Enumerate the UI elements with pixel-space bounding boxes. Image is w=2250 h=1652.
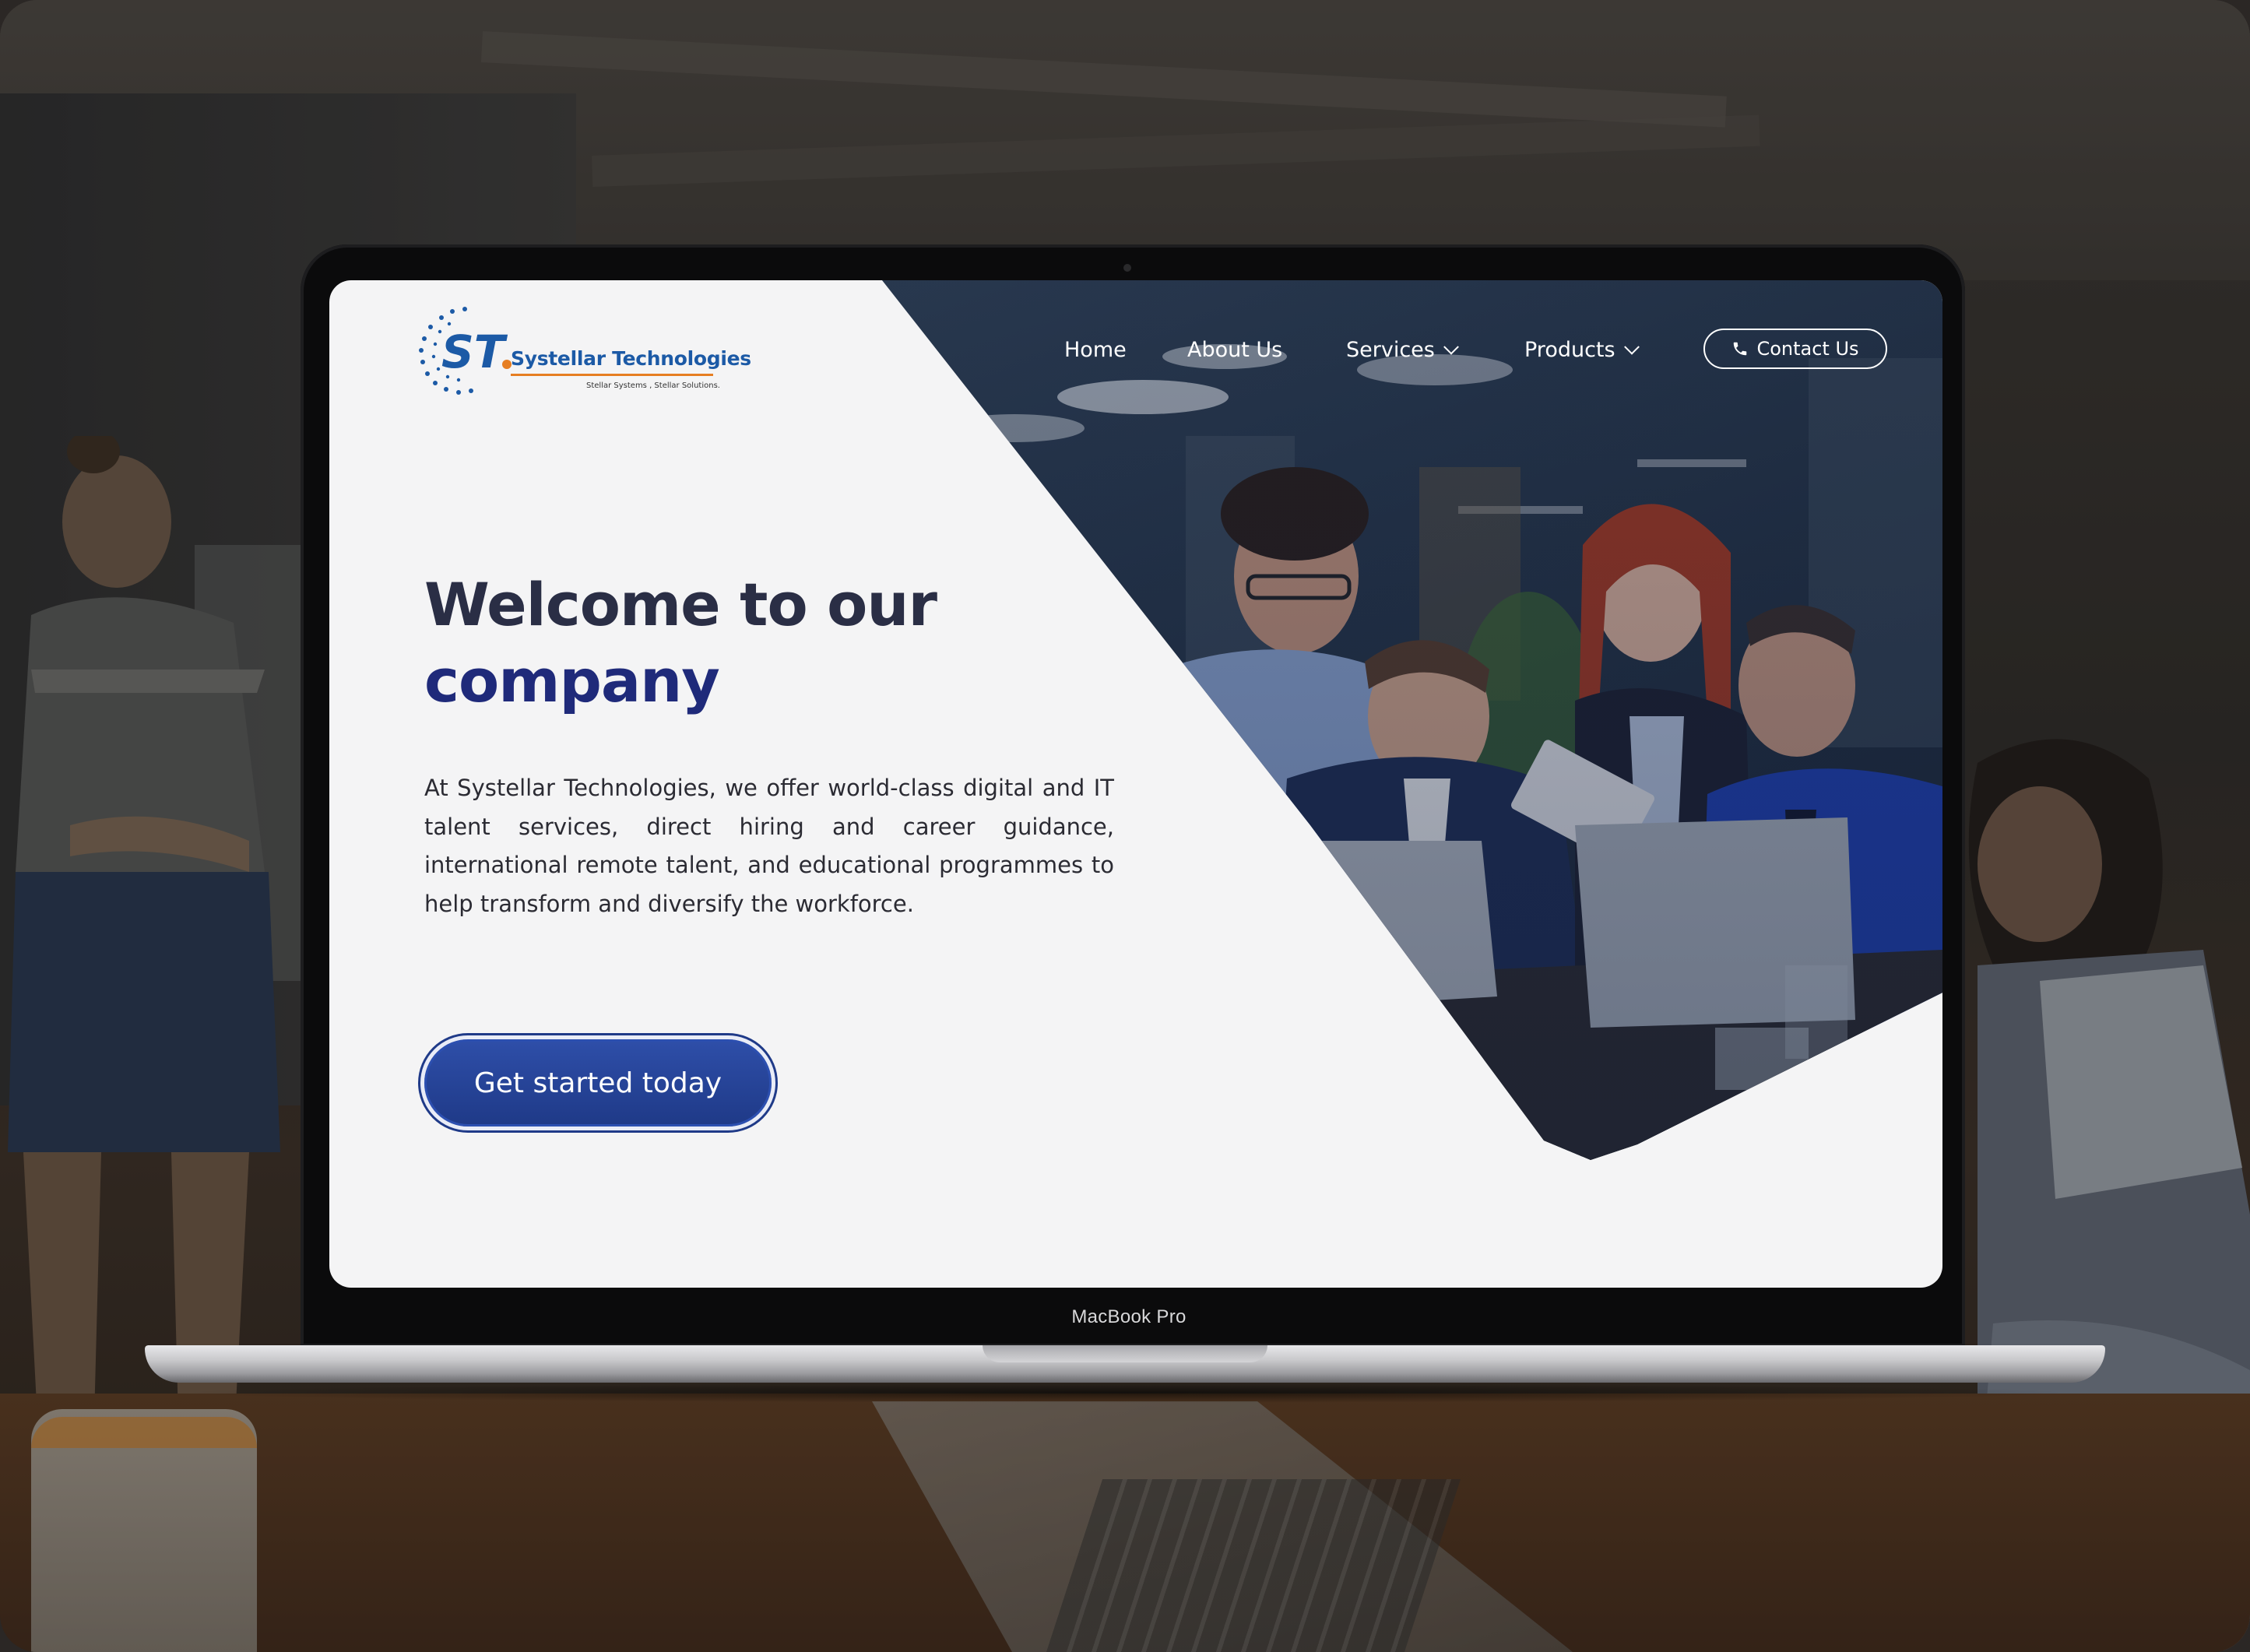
laptop-base-shadow [171,1383,2079,1403]
laptop-camera [1123,264,1131,272]
chevron-down-icon [1443,339,1459,355]
nav-item-label: About Us [1187,338,1283,362]
nav-item-home[interactable]: Home [1064,338,1127,362]
nav-item-label: Services [1346,338,1435,362]
hero-description: At Systellar Technologies, we offer worl… [424,775,1114,917]
main-nav: Home About Us Services Products Contact … [329,280,1942,389]
laptop-screen: ST Systellar Technologies Stellar System… [329,280,1942,1288]
laptop-notch [983,1345,1267,1362]
nav-item-label: Products [1524,338,1615,362]
hero-title-line1: Welcome to our [424,570,937,639]
nav-item-about-us[interactable]: About Us [1187,338,1282,362]
nav-item-label: Home [1064,338,1127,362]
contact-us-label: Contact Us [1756,338,1859,360]
get-started-button[interactable]: Get started today [424,1039,772,1127]
nav-item-services[interactable]: Services [1346,338,1459,362]
laptop-model-label: MacBook Pro [1071,1306,1187,1327]
contact-us-button[interactable]: Contact Us [1703,329,1887,369]
nav-item-products[interactable]: Products [1524,338,1640,362]
phone-icon [1734,342,1747,356]
chevron-down-icon [1623,339,1640,355]
hero-title: Welcome to our company [424,567,1016,719]
hero-title-line2: company [424,646,720,715]
